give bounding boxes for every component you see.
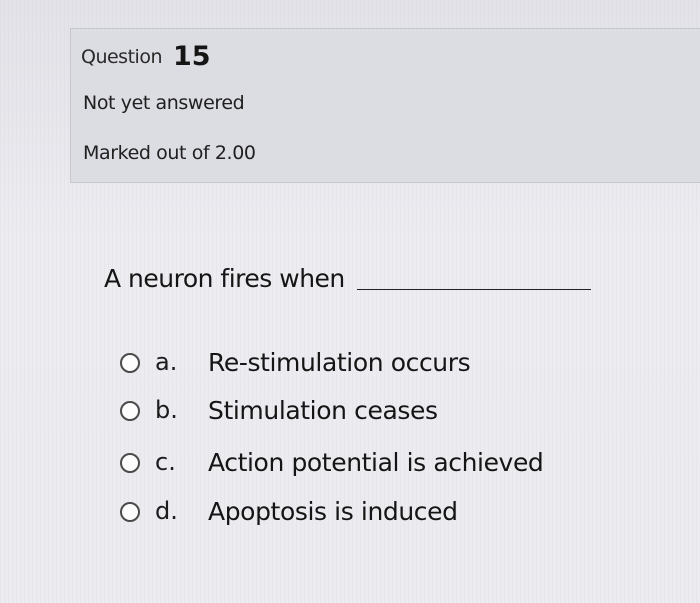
question-label: Question [81, 46, 162, 68]
radio-button-icon[interactable] [120, 453, 140, 473]
answer-blank [357, 289, 591, 290]
option-letter: b. [155, 396, 178, 424]
question-state: Not yet answered [83, 92, 245, 114]
option-letter: c. [155, 448, 176, 476]
answer-option-b[interactable]: b. Stimulation ceases [120, 396, 580, 430]
question-grade: Marked out of 2.00 [83, 142, 256, 164]
option-letter: a. [155, 348, 178, 376]
option-text: Re-stimulation occurs [208, 348, 471, 377]
option-text: Apoptosis is induced [208, 497, 458, 526]
question-text: A neuron fires when [104, 264, 345, 293]
radio-button-icon[interactable] [120, 353, 140, 373]
option-text: Action potential is achieved [208, 448, 544, 477]
radio-button-icon[interactable] [120, 502, 140, 522]
option-text: Stimulation ceases [208, 396, 438, 425]
answer-option-c[interactable]: c. Action potential is achieved [120, 448, 580, 482]
option-letter: d. [155, 497, 178, 525]
answer-option-a[interactable]: a. Re-stimulation occurs [120, 348, 580, 382]
question-number: 15 [173, 41, 211, 72]
radio-button-icon[interactable] [120, 401, 140, 421]
answer-option-d[interactable]: d. Apoptosis is induced [120, 497, 580, 531]
